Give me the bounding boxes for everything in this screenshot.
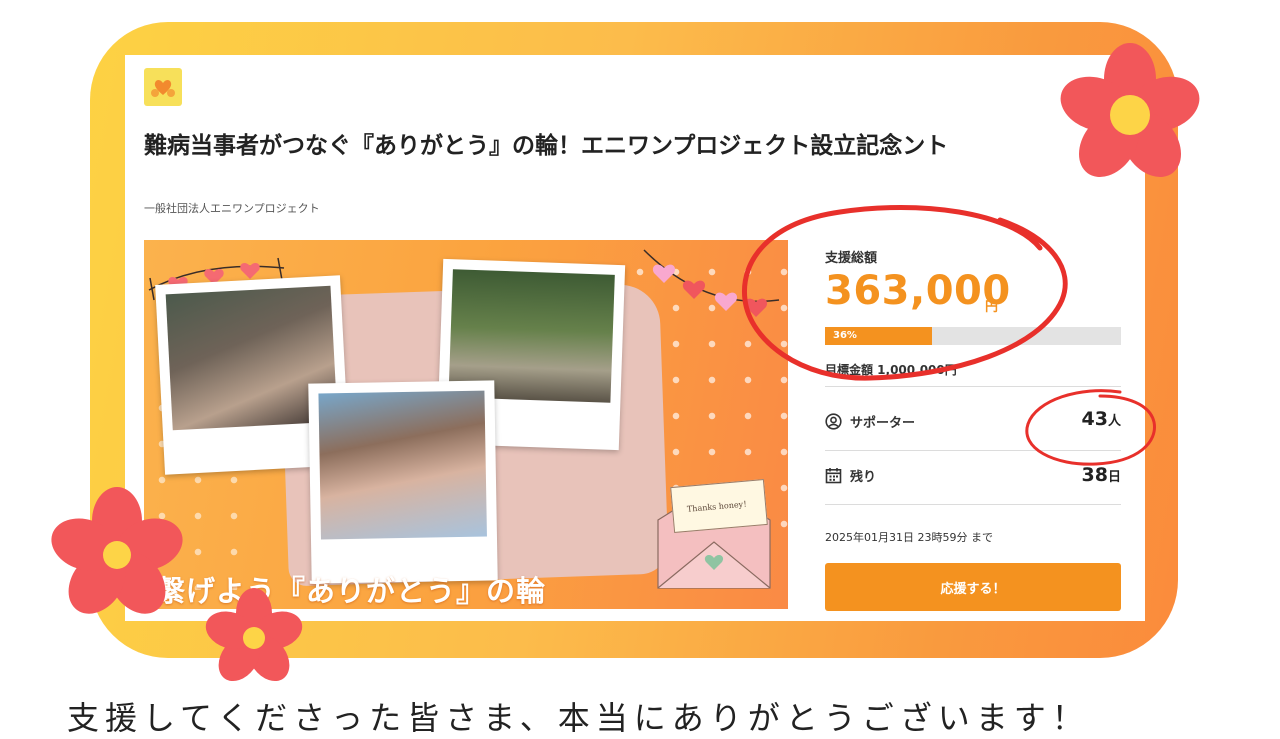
remaining-unit: 日 — [1107, 470, 1121, 485]
deadline-text: 2025年01月31日 23時59分 まで — [825, 531, 993, 544]
remaining-label: 残り — [850, 470, 877, 485]
total-support-label: 支援総額 — [825, 251, 878, 266]
project-title: 難病当事者がつなぐ『ありがとう』の輪！エニワンプロジェクト設立記念ント — [144, 133, 949, 159]
remaining-row: 残り — [825, 466, 876, 485]
funding-stats-panel: 支援総額 363,000 円 36% 目標金額 1,000,000円 サポーター… — [825, 240, 1121, 615]
member-photo — [318, 390, 487, 540]
supporters-label: サポーター — [850, 416, 916, 431]
project-card: 難病当事者がつなぐ『ありがとう』の輪！エニワンプロジェクト設立記念ント 一般社団… — [125, 55, 1145, 621]
total-support-amount: 363,000 — [825, 268, 1011, 314]
hero-banner: Thanks honey！ 繋げよう『ありがとう』の輪 — [144, 240, 788, 609]
organization-logo[interactable] — [144, 68, 182, 106]
support-button[interactable]: 応援する！ — [825, 563, 1121, 611]
funding-progress-bar: 36% — [825, 327, 1121, 345]
supporters-unit: 人 — [1107, 414, 1121, 429]
photo-polaroid — [308, 380, 498, 584]
divider — [825, 386, 1121, 387]
user-circle-icon — [825, 413, 842, 430]
goal-amount: 目標金額 1,000,000円 — [825, 363, 957, 377]
supporters-count: 43 — [1081, 408, 1108, 430]
heart-hands-icon — [151, 79, 175, 97]
hero-overlay-text: 繋げよう『ありがとう』の輪 — [156, 574, 547, 608]
calendar-icon — [825, 468, 842, 484]
heart-string-icon — [643, 249, 780, 317]
supporters-value: 43人 — [1082, 408, 1121, 430]
thanks-note: Thanks honey！ — [670, 478, 768, 534]
organization-name[interactable]: 一般社団法人エニワンプロジェクト — [144, 200, 320, 216]
divider — [825, 504, 1121, 505]
remaining-value: 38日 — [1082, 464, 1121, 486]
progress-percent: 36% — [833, 330, 857, 341]
currency-unit: 円 — [985, 300, 999, 315]
thank-you-caption: 支援してくださった皆さま、本当にありがとうございます！ — [67, 699, 1090, 737]
remaining-days: 38 — [1081, 464, 1108, 486]
supporters-row: サポーター — [825, 412, 915, 431]
divider — [825, 450, 1121, 451]
